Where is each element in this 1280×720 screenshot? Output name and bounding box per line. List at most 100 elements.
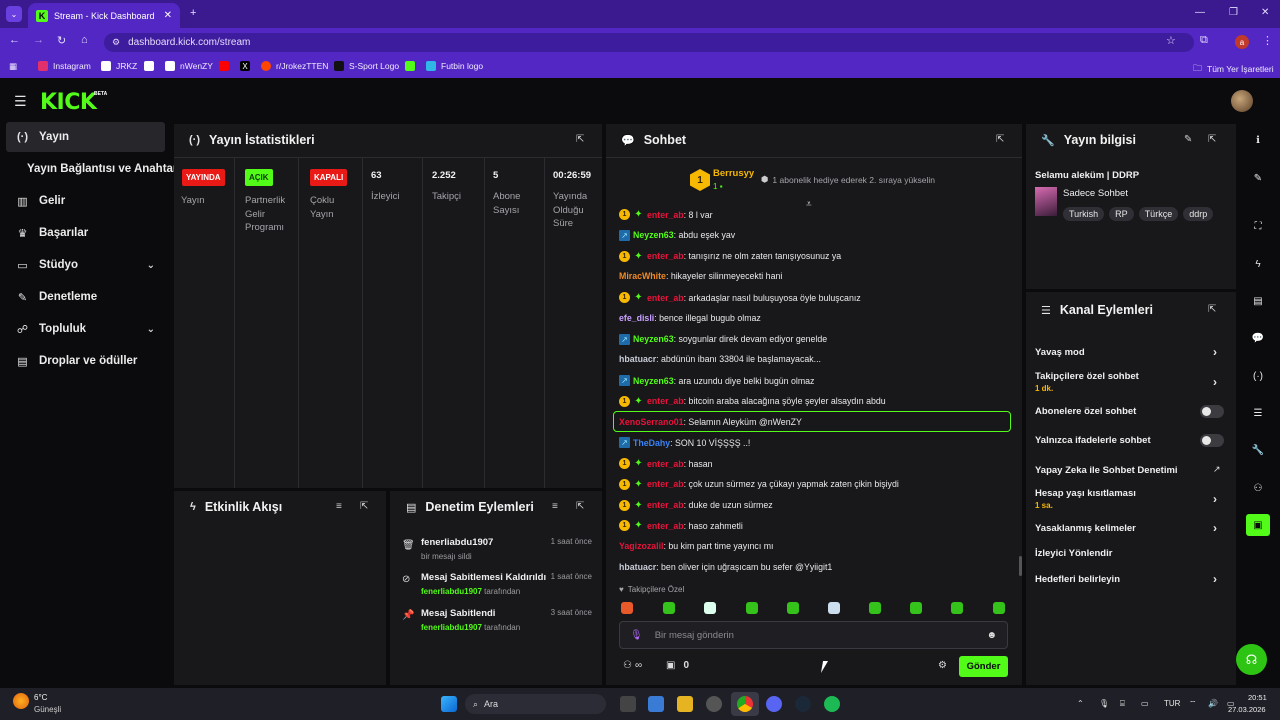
account-age-row[interactable]: Hesap yaşı kısıtlaması 1 sa.	[1035, 488, 1136, 510]
site-info-icon[interactable]: ⚙	[112, 37, 120, 48]
weather-temp[interactable]: 6°C	[34, 693, 47, 702]
chat-message[interactable]: 1 ✦ enter_ab: 8 l var	[619, 209, 713, 220]
nav-community[interactable]: ☍ Topluluk ⌄	[6, 314, 165, 344]
points-indicator[interactable]: ▣ 0	[666, 660, 689, 671]
chevron-right-icon[interactable]: ›	[1213, 521, 1217, 535]
bookmark-blank[interactable]	[144, 61, 154, 71]
chat-message[interactable]: Yagizozalil: bu kim part time yayıncı mı	[619, 541, 774, 551]
bookmark-futbin[interactable]: Futbin logo	[426, 61, 483, 71]
chat-username[interactable]: enter_ab	[647, 479, 684, 489]
tab-close-icon[interactable]: ✕	[164, 10, 172, 21]
document-icon[interactable]: ▤	[1249, 292, 1267, 310]
chrome-icon[interactable]	[737, 696, 753, 712]
new-tab-icon[interactable]: +	[190, 7, 196, 19]
chat-username[interactable]: Neyzen63	[633, 376, 674, 386]
home-icon[interactable]: ⌂	[81, 34, 88, 46]
external-link-icon[interactable]: ↗	[1213, 464, 1221, 475]
community-icon[interactable]: ⚇	[1249, 479, 1267, 497]
nav-drops[interactable]: ▤ Droplar ve ödüller	[6, 346, 165, 376]
popout-icon[interactable]: ⇱	[576, 501, 584, 512]
taskbar-search[interactable]: ⌕ Ara	[465, 694, 606, 714]
chat-message[interactable]: ↗ Neyzen63: soygunlar direk devam ediyor …	[619, 333, 827, 345]
microphone-icon[interactable]: 🎙	[630, 630, 643, 641]
emote-7[interactable]	[869, 602, 881, 614]
clock-date[interactable]: 27.03.2026	[1228, 705, 1266, 714]
user-avatar[interactable]	[1231, 90, 1253, 112]
bookmark-star-icon[interactable]: ☆	[1166, 34, 1176, 47]
chat-username[interactable]: enter_ab	[647, 210, 684, 220]
slow-mode-row[interactable]: Yavaş mod	[1035, 347, 1085, 358]
filter-icon[interactable]: ≡	[552, 501, 558, 512]
kick-logo[interactable]: KICK	[40, 90, 97, 115]
chat-message[interactable]: 1 ✦ enter_ab: tanışırız ne olm zaten tanış…	[619, 250, 841, 262]
bookmark-youtube[interactable]	[219, 61, 229, 71]
tag-chip[interactable]: ddrp	[1183, 207, 1214, 221]
screen-capture-icon[interactable]: ⛶	[1249, 217, 1267, 235]
chat-username[interactable]: Neyzen63	[633, 230, 674, 240]
chat-message[interactable]: MiracWhite: hikayeler silinmeyecekti han…	[619, 271, 782, 281]
steam-icon[interactable]	[795, 696, 811, 712]
reload-icon[interactable]: ↻	[57, 34, 66, 47]
chat-message[interactable]: ↗ TheDahy: SON 10 VİŞŞŞŞ ..!	[619, 437, 750, 449]
store-icon[interactable]	[648, 696, 664, 712]
chat-message[interactable]: 1 ✦ enter_ab: duke de uzun sürmez	[619, 499, 773, 511]
nav-revenue[interactable]: ▥ Gelir	[6, 186, 165, 216]
apps-grid-icon[interactable]: ▦	[9, 61, 17, 72]
clock-time[interactable]: 20:51	[1248, 693, 1267, 702]
profile-avatar[interactable]: a	[1235, 35, 1249, 49]
chat-username[interactable]: hbatuacr	[619, 562, 656, 572]
gift-prompt[interactable]: ⬢ 1 abonelik hediye ederek 2. sıraya yüks…	[761, 174, 935, 185]
extensions-icon[interactable]: ⧉	[1200, 34, 1208, 47]
volume-icon[interactable]: 🔊	[1208, 699, 1218, 708]
chevron-right-icon[interactable]: ›	[1213, 572, 1217, 586]
chat-message[interactable]: 1 ✦ enter_ab: arkadaşlar nasıl buluşuyosa …	[619, 292, 861, 303]
filter-icon[interactable]: ≡	[336, 501, 342, 512]
edit-pencil-icon[interactable]: ✎	[1184, 134, 1192, 145]
chat-username[interactable]: Neyzen63	[633, 334, 674, 344]
nav-stream[interactable]: (·) Yayın	[6, 122, 165, 152]
popout-icon[interactable]: ⇱	[360, 501, 368, 512]
minimize-icon[interactable]: —	[1195, 7, 1205, 18]
microphone-tray-icon[interactable]: 🎙	[1099, 699, 1109, 708]
emote-5[interactable]	[787, 602, 799, 614]
chat-message[interactable]: 1 ✦ enter_ab: çok uzun sürmez ya çükayı ya…	[619, 478, 899, 490]
emote-1[interactable]	[621, 602, 633, 614]
nav-moderation[interactable]: ✎ Denetleme	[6, 282, 165, 312]
chat-username[interactable]: XenoSerrano01	[619, 417, 684, 427]
emoji-icon[interactable]: ☻	[986, 630, 997, 641]
emotes-only-toggle[interactable]	[1200, 434, 1224, 447]
network-icon[interactable]: ⌸	[1120, 699, 1125, 709]
support-headset-icon[interactable]: ☊	[1236, 644, 1267, 675]
spotify-icon[interactable]	[824, 696, 840, 712]
chat-message[interactable]: efe_disli: bence illegal bugub olmaz	[619, 313, 761, 323]
discord-icon[interactable]	[766, 696, 782, 712]
chat-username[interactable]: enter_ab	[647, 500, 684, 510]
chat-username[interactable]: TheDahy	[633, 438, 670, 448]
popout-icon[interactable]: ⇱	[576, 134, 584, 145]
chevron-right-icon[interactable]: ›	[1213, 492, 1217, 506]
nav-stream-key[interactable]: Yayın Bağlantısı ve Anahtarı	[6, 154, 181, 184]
tag-chip[interactable]: Turkish	[1063, 207, 1105, 221]
wifi-icon[interactable]: ⌔	[1189, 699, 1197, 709]
bookmark-instagram[interactable]: Instagram	[38, 61, 91, 71]
bookmark-x[interactable]: X	[240, 61, 250, 71]
chat-username[interactable]: enter_ab	[647, 459, 684, 469]
tray-chevron-icon[interactable]: ⌃	[1077, 699, 1084, 708]
bookmark-reddit[interactable]: r/JrokezTTEN	[261, 61, 328, 71]
subscribers-only-toggle[interactable]	[1200, 405, 1224, 418]
language-indicator[interactable]: TUR	[1164, 699, 1180, 708]
emote-3[interactable]	[704, 602, 716, 614]
popout-icon[interactable]: ⇱	[996, 134, 1004, 145]
tag-chip[interactable]: Türkçe	[1138, 207, 1179, 221]
windows-start-icon[interactable]	[441, 696, 457, 712]
chat-username[interactable]: enter_ab	[647, 293, 684, 303]
bookmark-jrkz[interactable]: JRKZ	[101, 61, 137, 71]
chat-message[interactable]: XenoSerrano01: Selamın Aleyküm @nWenZY	[619, 417, 802, 427]
tag-chip[interactable]: RP	[1109, 207, 1134, 221]
chat-username[interactable]: enter_ab	[647, 521, 684, 531]
task-view-icon[interactable]	[620, 696, 636, 712]
bookmark-nwenzy[interactable]: nWenZY	[165, 61, 213, 71]
chevron-right-icon[interactable]: ›	[1213, 345, 1217, 359]
tab-search-button[interactable]: ⌄	[6, 6, 22, 22]
menu-kebab-icon[interactable]: ⋮	[1262, 34, 1273, 47]
